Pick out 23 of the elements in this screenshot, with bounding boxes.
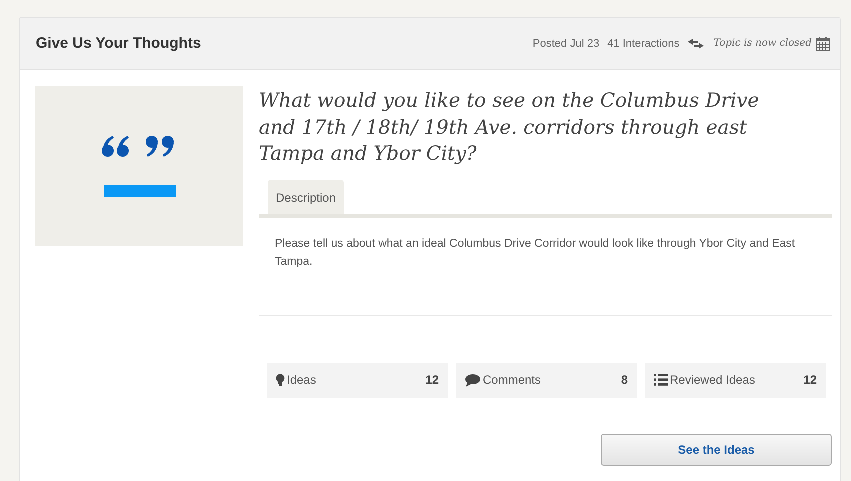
stat-count: 8	[621, 373, 628, 387]
stat-tile[interactable]: Reviewed Ideas 12	[645, 362, 826, 398]
topic-status: Topic is now closed	[714, 38, 812, 49]
list-icon	[654, 374, 668, 386]
stat-count: 12	[804, 373, 817, 387]
stat-count: 12	[426, 373, 439, 387]
calendar-icon	[816, 36, 830, 50]
description-tab[interactable]: Description	[268, 180, 344, 214]
topic-description: Please tell us about what an ideal Columbus Drive Corridor would look like through Ybor City and East Tampa.	[259, 218, 832, 316]
stat-tile[interactable]: Comments 8	[456, 362, 637, 398]
stat-label: Comments	[483, 373, 542, 387]
stat-label: Reviewed Ideas	[670, 373, 756, 387]
bulb-icon	[276, 374, 285, 386]
quote-icon	[102, 135, 176, 197]
swap-arrows-icon	[688, 38, 704, 48]
stat-tile[interactable]: Ideas 12	[267, 362, 448, 398]
card-title: Give Us Your Thoughts	[36, 35, 202, 52]
posted-date: Posted Jul 23	[532, 38, 600, 50]
interactions-count: 41 Interactions	[608, 38, 680, 50]
stat-label: Ideas	[287, 373, 318, 387]
speech-bubble-icon	[465, 374, 481, 386]
topic-question: What would you like to see on the Columbus Drive and 17th / 18th/ 19th Ave. corridors through east Tampa and Ybor City?	[259, 88, 760, 167]
see-ideas-button[interactable]: See the Ideas	[601, 434, 832, 466]
